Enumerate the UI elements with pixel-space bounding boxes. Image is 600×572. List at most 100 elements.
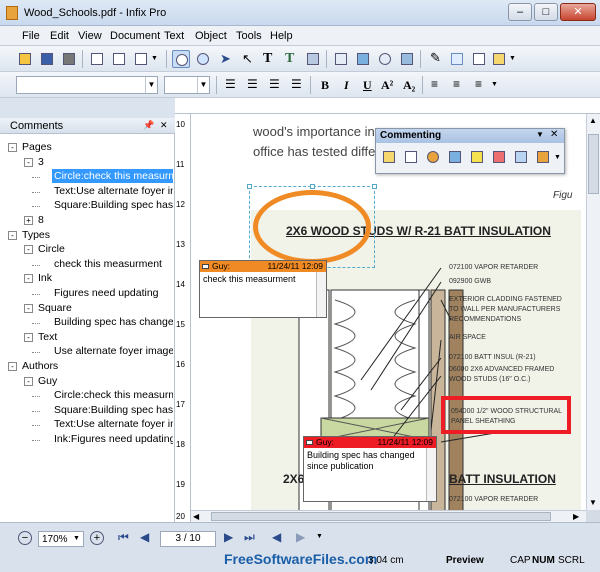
scroll-down-arrow[interactable]: ▼ <box>589 498 597 507</box>
note-scrollbar[interactable] <box>316 272 326 317</box>
subscript-button[interactable]: A₂ <box>400 76 418 94</box>
tree-item[interactable]: Square <box>36 301 173 315</box>
next-page-button[interactable]: ▶ <box>224 530 233 544</box>
save-button[interactable] <box>38 50 56 68</box>
selection-handle[interactable] <box>310 184 315 189</box>
scroll-right-arrow[interactable]: ▶ <box>573 512 579 521</box>
font-family-combo[interactable]: ▼ <box>16 76 158 94</box>
image-button[interactable] <box>354 50 372 68</box>
vertical-scrollbar[interactable]: ▲ ▼ <box>586 114 600 510</box>
zoom-tool-button[interactable] <box>194 50 212 68</box>
italic-button[interactable]: I <box>338 76 356 94</box>
tree-expander[interactable]: - <box>24 274 33 284</box>
tree-item[interactable]: Types <box>20 228 173 242</box>
tree-item[interactable]: Text <box>36 330 173 344</box>
pencil-dropdown[interactable]: ▼ <box>508 50 518 68</box>
object-tool-button[interactable]: ↖ <box>238 50 256 68</box>
bold-button[interactable]: B <box>316 76 334 94</box>
indent-button[interactable]: ≡ <box>472 76 490 94</box>
align-right-button[interactable]: ☰ <box>266 76 284 94</box>
tree-expander[interactable]: - <box>24 376 33 386</box>
eyedropper-button[interactable]: ✎ <box>426 50 444 68</box>
ink-tool-button[interactable] <box>446 148 464 166</box>
tree-expander[interactable]: - <box>24 332 33 342</box>
tree-item[interactable]: Building spec has changed <box>52 315 173 329</box>
tree-item[interactable]: Ink <box>36 271 173 285</box>
menu-document[interactable]: Document <box>110 30 160 42</box>
page-layout-button[interactable] <box>132 50 150 68</box>
align-center-button[interactable]: ☰ <box>244 76 262 94</box>
hand-tool-button[interactable] <box>172 50 190 68</box>
comment-note[interactable]: Guy: 11/24/11 12:09 check this measurmen… <box>199 260 327 318</box>
shape-button[interactable] <box>398 50 416 68</box>
tree-item[interactable]: 8 <box>36 213 173 227</box>
tree-expander[interactable]: - <box>24 303 33 313</box>
selection-handle[interactable] <box>372 184 377 189</box>
tree-item[interactable]: Circle <box>36 242 173 256</box>
first-page-button[interactable]: ⏮ <box>118 530 129 545</box>
menu-help[interactable]: Help <box>270 30 293 42</box>
measure-button[interactable] <box>304 50 322 68</box>
forward-button[interactable]: ▶ <box>296 530 305 544</box>
back-button[interactable]: ◀ <box>272 530 281 544</box>
zoom-in-button[interactable]: + <box>90 531 104 545</box>
tree-item[interactable]: Square:Building spec has changed <box>52 198 173 212</box>
note-tool-button[interactable] <box>380 148 398 166</box>
panel-close-button[interactable]: ✕ <box>160 120 168 131</box>
tree-expander[interactable]: + <box>24 216 33 225</box>
tree-expander[interactable]: - <box>8 230 17 240</box>
menu-tools[interactable]: Tools <box>236 30 262 42</box>
select-tool-button[interactable]: ➤ <box>216 50 234 68</box>
text-edit-button[interactable]: T <box>282 50 300 68</box>
menu-file[interactable]: File <box>22 30 40 42</box>
scroll-up-arrow[interactable]: ▲ <box>589 116 597 125</box>
previous-page-button[interactable]: ◀ <box>140 530 149 544</box>
page-button[interactable] <box>88 50 106 68</box>
menu-object[interactable]: Object <box>195 30 227 42</box>
pencil-button[interactable] <box>490 50 508 68</box>
tree-item[interactable]: Pages <box>20 140 173 154</box>
pin-icon[interactable]: 📌 <box>143 120 154 131</box>
tree-expander[interactable]: - <box>24 157 33 167</box>
horizontal-scrollbar[interactable]: ◀ ▶ <box>191 510 586 522</box>
pen-tool-button[interactable] <box>490 148 508 166</box>
tree-item[interactable]: 3 <box>36 155 173 169</box>
tree-item[interactable]: Guy <box>36 374 173 388</box>
zoom-combo[interactable]: 170% ▼ <box>38 531 84 547</box>
note-text[interactable]: check this measurment <box>203 274 315 285</box>
close-icon[interactable]: ✕ <box>550 129 558 140</box>
font-size-combo[interactable]: ▼ <box>164 76 210 94</box>
text-tool-button[interactable]: T <box>260 50 278 68</box>
chevron-down-icon[interactable]: ▼ <box>536 130 544 139</box>
note-scrollbar[interactable] <box>426 448 436 501</box>
tree-item[interactable]: Ink:Figures need updating <box>52 432 173 446</box>
open-button[interactable] <box>16 50 34 68</box>
align-left-button[interactable]: ☰ <box>222 76 240 94</box>
scroll-thumb[interactable] <box>211 512 551 521</box>
circle-annotation[interactable] <box>253 190 371 264</box>
tree-expander[interactable]: - <box>24 245 33 255</box>
minimize-button[interactable]: – <box>508 3 532 21</box>
close-button[interactable]: ✕ <box>560 3 596 21</box>
crop-button[interactable] <box>332 50 350 68</box>
link-button[interactable] <box>376 50 394 68</box>
indent-dropdown[interactable]: ▼ <box>490 76 500 94</box>
tree-expander[interactable]: - <box>8 362 17 371</box>
paragraph-spacing-button[interactable]: ≡ <box>450 76 468 94</box>
tree-expander[interactable]: - <box>8 143 17 152</box>
selection-handle[interactable] <box>247 184 252 189</box>
tree-item[interactable]: Text:Use alternate foyer image <box>52 184 173 198</box>
chevron-down-icon[interactable]: ▼ <box>316 533 323 540</box>
stamp-tool-button[interactable] <box>534 148 552 166</box>
tree-item[interactable]: Text:Use alternate foyer image <box>52 417 173 431</box>
square-annotation[interactable]: 054000 1/2" WOOD STRUCTURAL PANEL SHEATH… <box>441 396 571 434</box>
justify-button[interactable]: ☰ <box>288 76 306 94</box>
pages-button[interactable] <box>110 50 128 68</box>
eraser-tool-button[interactable] <box>512 148 530 166</box>
superscript-button[interactable]: A² <box>378 76 396 94</box>
line-spacing-button[interactable]: ≡ <box>428 76 446 94</box>
tree-item[interactable]: Figures need updating <box>52 286 173 300</box>
layout-dropdown[interactable]: ▼ <box>150 50 160 68</box>
text-box-tool-button[interactable] <box>402 148 420 166</box>
page-number-field[interactable]: 3 / 10 <box>160 531 216 547</box>
